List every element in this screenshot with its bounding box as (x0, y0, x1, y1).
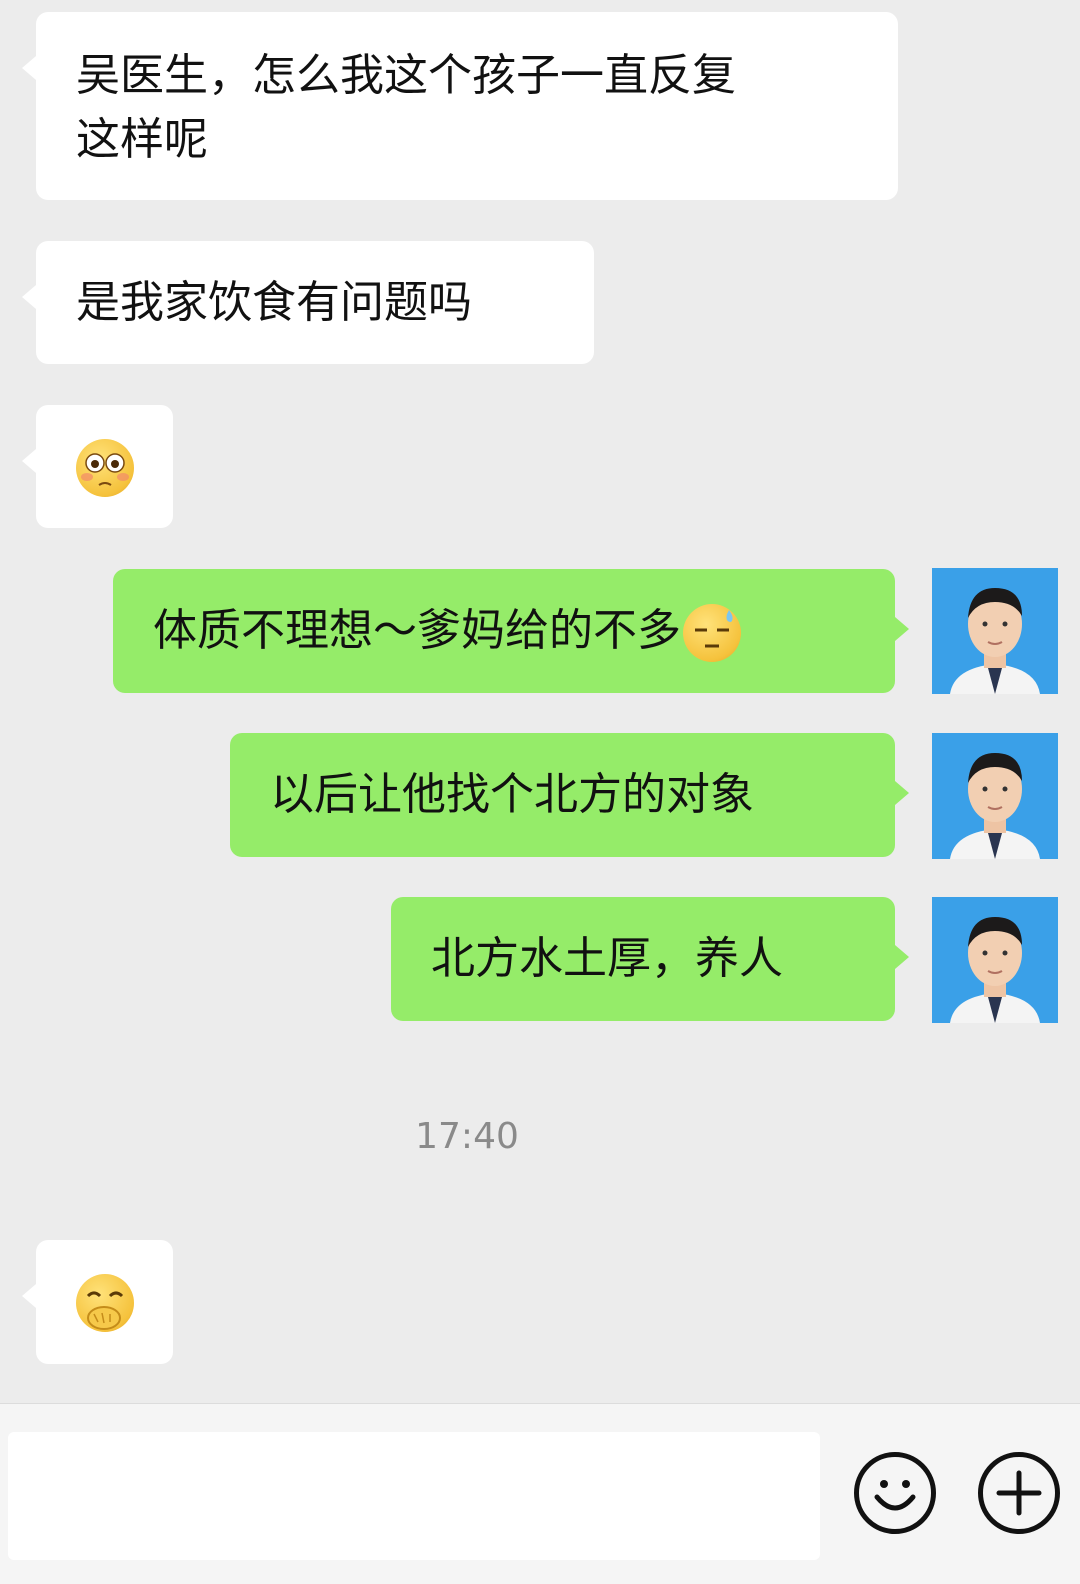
flushed-face-icon (76, 439, 134, 497)
covering-mouth-smile-icon (76, 1274, 134, 1332)
message-timestamp: 17:40 (415, 1116, 519, 1157)
plus-icon[interactable] (978, 1452, 1060, 1534)
incoming-message-4[interactable] (22, 1240, 173, 1364)
message-text: 体质不理想～爹妈给的不多 (153, 605, 681, 656)
user-avatar[interactable] (932, 733, 1058, 859)
incoming-message-2[interactable]: 是我家饮食有问题吗 (22, 241, 594, 364)
incoming-message-1[interactable]: 吴医生，怎么我这个孩子一直反复 这样呢 (22, 12, 898, 200)
outgoing-message-3[interactable]: 北方水土厚，养人 (391, 897, 909, 1021)
smile-icon[interactable] (854, 1452, 936, 1534)
message-text: 吴医生，怎么我这个孩子一直反复 这样呢 (76, 50, 736, 165)
outgoing-message-2[interactable]: 以后让他找个北方的对象 (230, 733, 909, 857)
user-avatar[interactable] (932, 897, 1058, 1023)
input-bar (0, 1403, 1080, 1584)
outgoing-message-1[interactable]: 体质不理想～爹妈给的不多 (113, 569, 909, 693)
message-text: 北方水土厚，养人 (431, 933, 783, 984)
message-text: 是我家饮食有问题吗 (76, 277, 472, 328)
sweat-face-icon (683, 604, 741, 662)
message-text: 以后让他找个北方的对象 (270, 769, 754, 820)
incoming-message-3[interactable] (22, 405, 173, 528)
user-avatar[interactable] (932, 568, 1058, 694)
message-input[interactable] (8, 1432, 820, 1560)
